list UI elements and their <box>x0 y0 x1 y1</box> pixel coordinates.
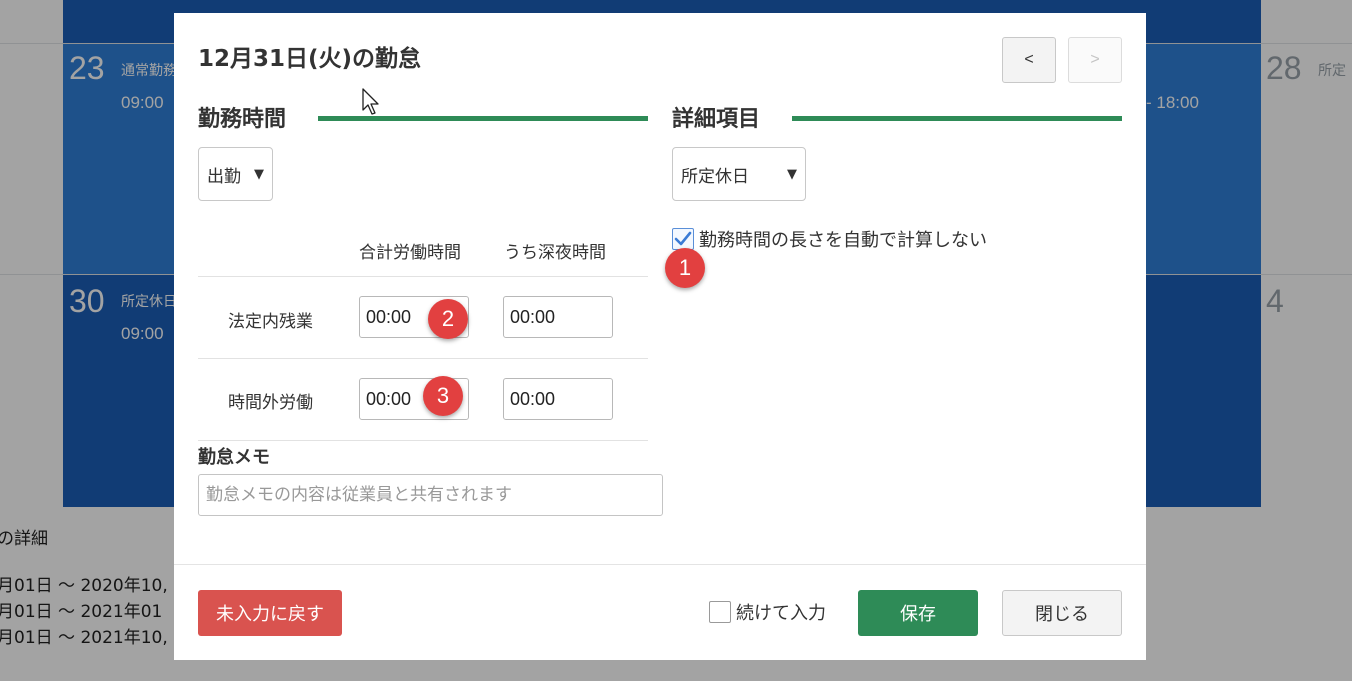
attendance-type-select[interactable]: 出勤 ▼ <box>198 147 273 201</box>
previous-day-button[interactable]: < <box>1002 37 1056 83</box>
section-divider <box>318 116 648 121</box>
table-divider <box>198 276 648 277</box>
triangle-down-icon: ▼ <box>787 166 797 182</box>
table-divider <box>198 358 648 359</box>
dialog-title: 12月31日(火)の勤怠 <box>198 46 422 72</box>
section-divider <box>792 116 1122 121</box>
row-label-overtime: 時間外労働 <box>228 393 313 413</box>
legal-overtime-night-input[interactable]: 00:00 <box>503 296 613 338</box>
details-section-title: 詳細項目 <box>672 107 761 132</box>
attendance-type-value: 出勤 <box>207 166 241 187</box>
memo-input[interactable] <box>198 474 663 516</box>
close-button[interactable]: 閉じる <box>1002 590 1122 636</box>
check-icon <box>674 231 692 246</box>
day-type-value: 所定休日 <box>681 166 749 187</box>
row-label-legal-overtime: 法定内残業 <box>228 312 313 332</box>
reset-button[interactable]: 未入力に戻す <box>198 590 342 636</box>
triangle-down-icon: ▼ <box>254 166 264 182</box>
annotation-badge: 2 <box>428 299 468 339</box>
annotation-badge: 1 <box>665 248 705 288</box>
auto-calc-label[interactable]: 勤務時間の長さを自動で計算しない <box>699 226 987 252</box>
save-button[interactable]: 保存 <box>858 590 978 636</box>
column-header-night: うち深夜時間 <box>504 243 606 263</box>
footer-divider <box>174 564 1146 565</box>
day-type-select[interactable]: 所定休日 ▼ <box>672 147 806 201</box>
continue-input-label[interactable]: 続けて入力 <box>736 599 826 625</box>
memo-label: 勤怠メモ <box>198 447 270 468</box>
mouse-pointer-icon <box>362 88 379 115</box>
attendance-dialog: 12月31日(火)の勤怠 < > 勤務時間 出勤 ▼ 合計労働時間 うち深夜時間… <box>174 13 1146 660</box>
continue-input-checkbox[interactable] <box>709 601 731 623</box>
column-header-total: 合計労働時間 <box>359 243 461 263</box>
auto-calc-checkbox[interactable] <box>672 228 694 250</box>
overtime-night-input[interactable]: 00:00 <box>503 378 613 420</box>
annotation-badge: 3 <box>423 376 463 416</box>
next-day-button[interactable]: > <box>1068 37 1122 83</box>
work-time-section-title: 勤務時間 <box>198 107 287 132</box>
table-divider <box>198 440 648 441</box>
